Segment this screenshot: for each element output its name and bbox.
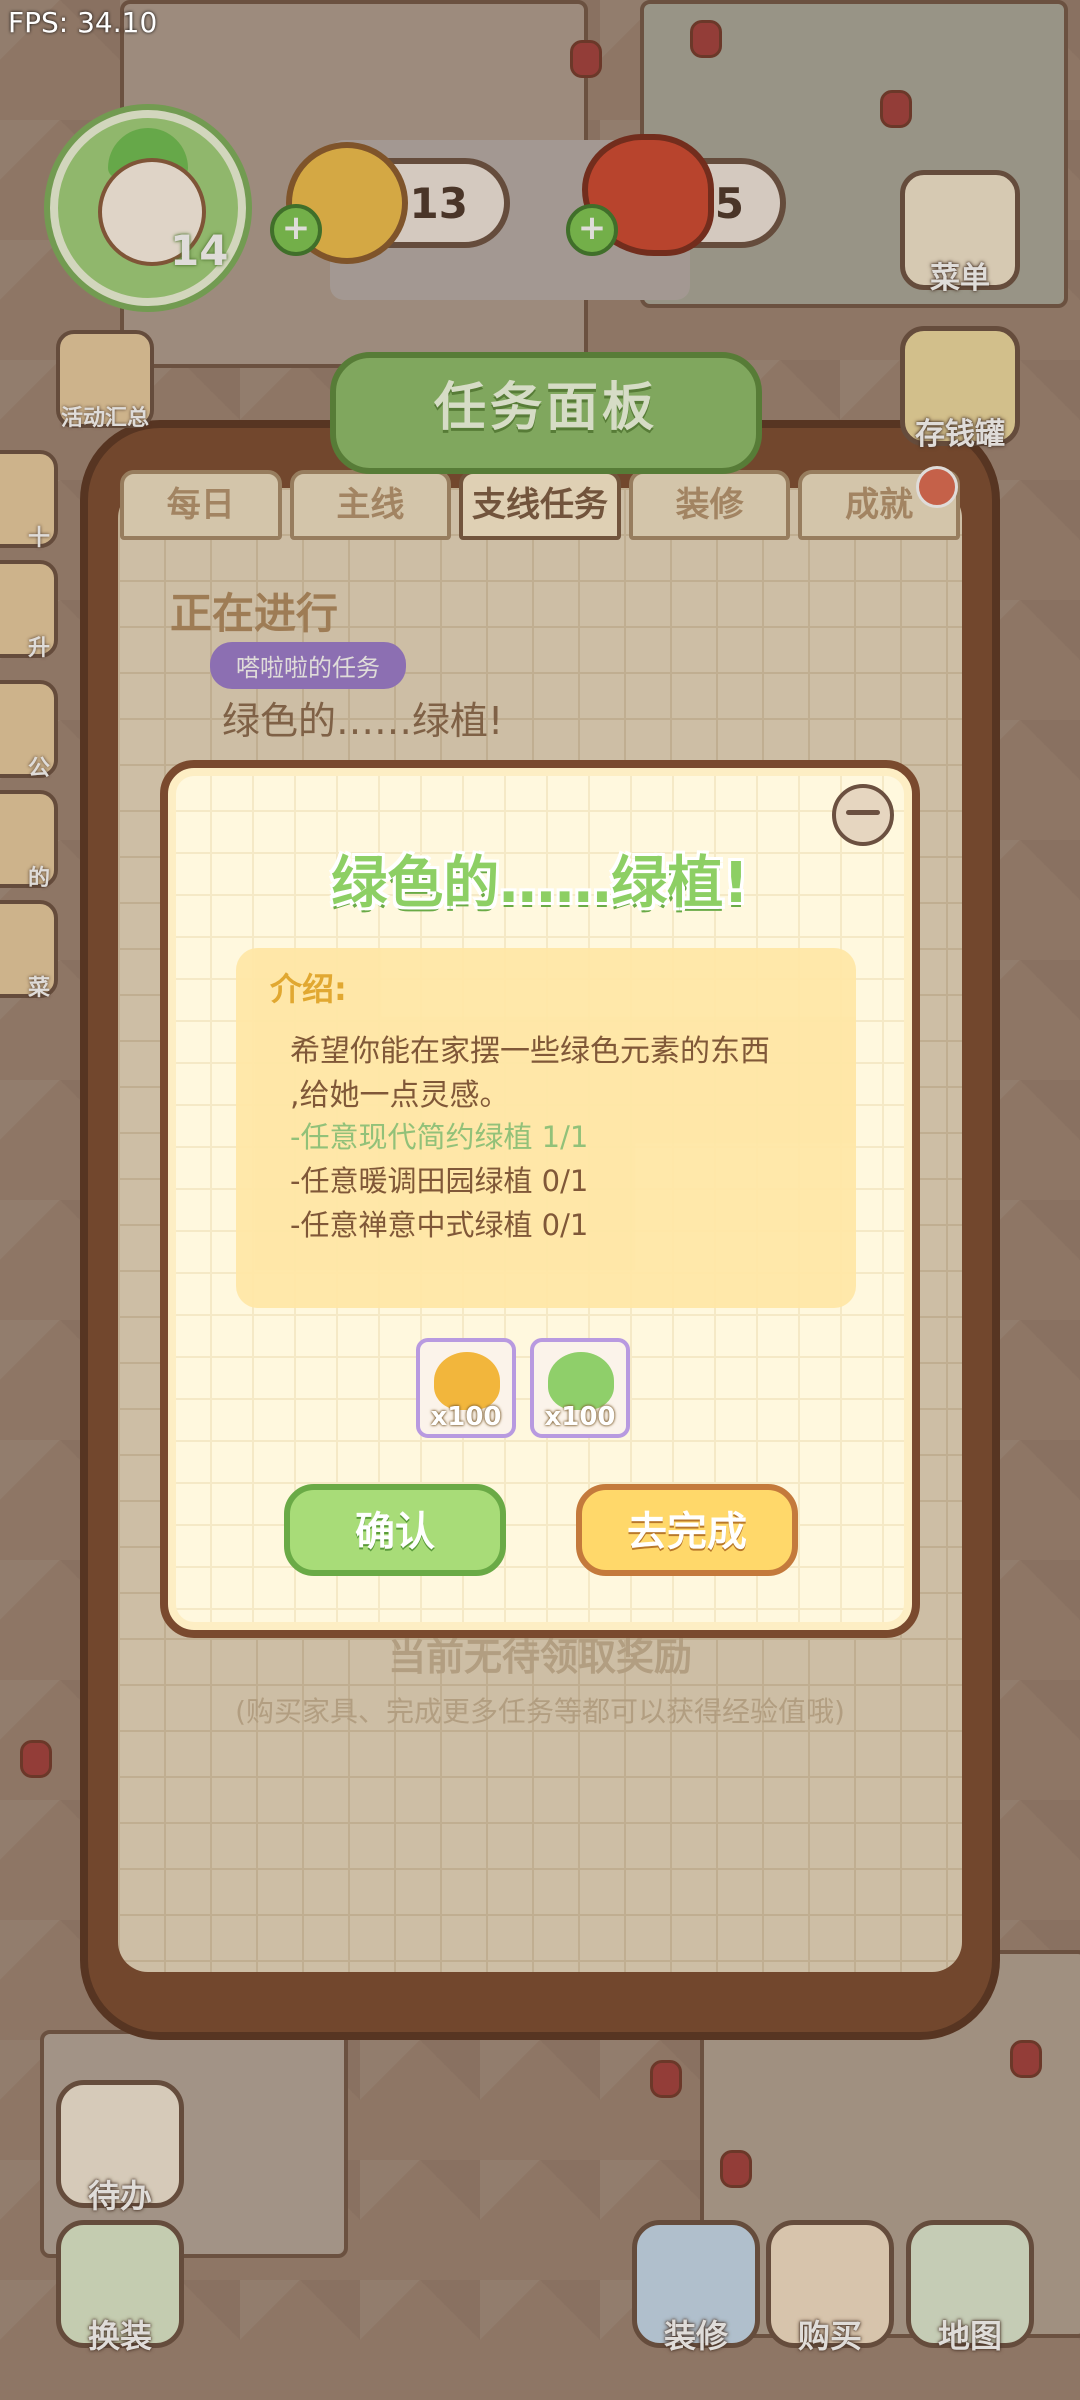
- requirement-item: -任意禅意中式绿植 0/1: [290, 1208, 589, 1242]
- go-complete-button[interactable]: 去完成: [576, 1484, 798, 1576]
- requirement-item: -任意暖调田园绿植 0/1: [290, 1164, 589, 1198]
- intro-line: 希望你能在家摆一些绿色元素的东西: [290, 1034, 770, 1069]
- intro-line: ,给她一点灵感。: [290, 1078, 510, 1113]
- task-detail-dialog: 绿色的……绿植! 介绍: 希望你能在家摆一些绿色元素的东西 ,给她一点灵感。 -…: [160, 760, 920, 1638]
- intro-label: 介绍:: [270, 970, 347, 1008]
- fps-counter: FPS: 34.10: [8, 6, 158, 39]
- reward-item-exp[interactable]: x100: [530, 1338, 630, 1438]
- intro-box: 介绍: 希望你能在家摆一些绿色元素的东西 ,给她一点灵感。 -任意现代简约绿植 …: [236, 948, 856, 1308]
- dialog-title: 绿色的……绿植!: [331, 851, 749, 916]
- confirm-button[interactable]: 确认: [284, 1484, 506, 1576]
- close-icon[interactable]: [832, 784, 894, 846]
- reward-count: x100: [544, 1402, 616, 1432]
- intro-text: 希望你能在家摆一些绿色元素的东西 ,给她一点灵感。: [290, 1030, 830, 1118]
- reward-item-gold[interactable]: x100: [416, 1338, 516, 1438]
- rewards-row: x100 x100: [416, 1338, 630, 1438]
- requirement-item: -任意现代简约绿植 1/1: [290, 1120, 589, 1154]
- reward-count: x100: [430, 1402, 502, 1432]
